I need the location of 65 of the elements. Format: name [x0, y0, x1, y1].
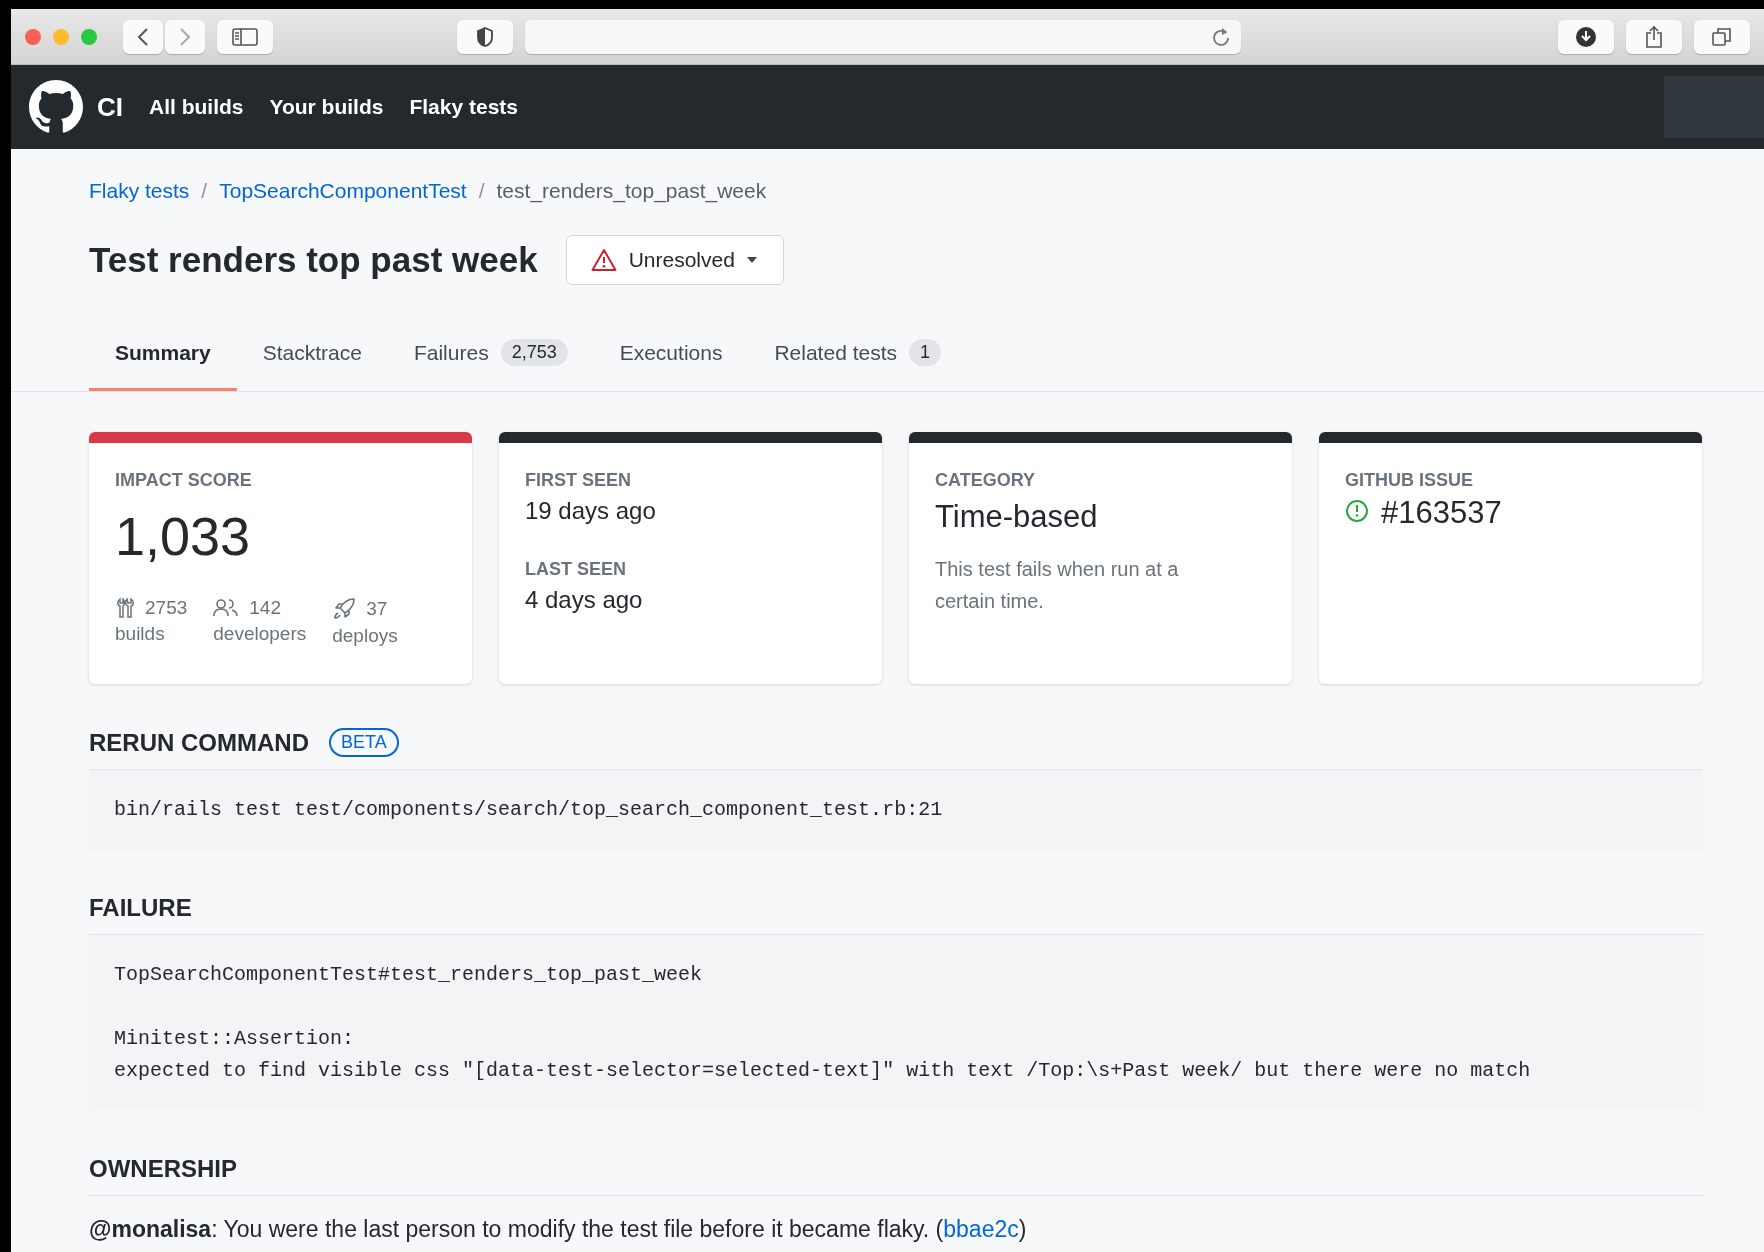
- nav-link[interactable]: Flaky tests: [409, 95, 518, 119]
- count-badge: 2,753: [500, 339, 568, 366]
- section-heading: RERUN COMMAND: [89, 728, 309, 757]
- people-icon: [213, 598, 240, 618]
- chevron-left-icon: [136, 26, 150, 47]
- open-issue-icon: [1345, 499, 1369, 523]
- reload-icon[interactable]: [1211, 25, 1231, 48]
- commit-link[interactable]: bbae2c: [943, 1216, 1019, 1242]
- caret-icon: [746, 257, 757, 263]
- card-label: CATEGORY: [935, 470, 1036, 491]
- nav-link[interactable]: All builds: [149, 95, 244, 119]
- brand-name: CI: [97, 91, 123, 123]
- stat-value: 2753: [145, 597, 188, 619]
- tab[interactable]: Executions: [593, 323, 749, 391]
- tab[interactable]: Failures 2,753: [387, 323, 594, 391]
- impact-score: 1,033: [115, 505, 252, 567]
- rerun-command: bin/rails test test/components/search/top_search_component_test.rb:21: [89, 770, 1703, 850]
- sidebar-button[interactable]: [217, 19, 273, 54]
- breadcrumb-link[interactable]: Flaky tests: [89, 179, 190, 203]
- card-value: Time-based: [935, 499, 1099, 535]
- shield-icon: [476, 26, 494, 47]
- tab[interactable]: Stacktrace: [236, 323, 388, 391]
- rocket-icon: [332, 597, 357, 621]
- tab[interactable]: Summary: [89, 323, 237, 391]
- breadcrumb-separator: /: [201, 179, 208, 203]
- octocat-logo-icon[interactable]: [29, 80, 83, 134]
- close-window-icon[interactable]: [25, 28, 41, 45]
- card-label: GITHUB ISSUE: [1345, 470, 1474, 491]
- failure-message: TopSearchComponentTest#test_renders_top_past_week Minitest::Assertion: expected to find visible css "[data-test-selector=selected-text]" with text /Top:\s+Past week/ but there were no match: [89, 935, 1703, 1111]
- share-button[interactable]: [1626, 19, 1682, 54]
- ownership-note: @monalisa: You were the last person to modify the test file before it became flaky. (bbae2c): [89, 1216, 1028, 1243]
- breadcrumb-current: test_renders_top_past_week: [496, 179, 767, 203]
- card-label: IMPACT SCORE: [115, 470, 253, 491]
- stat-value: 142: [249, 597, 281, 619]
- tabs-button[interactable]: [1694, 19, 1750, 54]
- card-value: 19 days ago: [525, 497, 657, 525]
- card-value: 4 days ago: [525, 586, 644, 614]
- download-icon: [1575, 25, 1597, 48]
- tab[interactable]: Related tests 1: [748, 323, 967, 391]
- stat-label: deploys: [332, 625, 398, 647]
- download-button[interactable]: [1558, 19, 1614, 54]
- breadcrumb-link[interactable]: TopSearchComponentTest: [219, 179, 467, 203]
- chevron-right-icon: [178, 26, 192, 47]
- section-heading: OWNERSHIP: [89, 1155, 237, 1183]
- status-dropdown[interactable]: Unresolved: [565, 235, 784, 285]
- share-icon: [1644, 24, 1664, 49]
- card-label: LAST SEEN: [525, 559, 627, 580]
- page-title: Test renders top past week: [89, 240, 538, 280]
- back-button[interactable]: [123, 19, 163, 54]
- tabs-icon: [1711, 25, 1733, 48]
- stat-label: developers: [213, 623, 307, 645]
- stat-value: 37: [366, 598, 388, 620]
- warning-icon: [590, 248, 617, 272]
- tools-icon: [115, 597, 135, 619]
- breadcrumb-separator: /: [478, 179, 485, 203]
- section-heading: FAILURE: [89, 894, 192, 922]
- sidebar-icon: [232, 26, 258, 47]
- beta-label: BETA: [329, 728, 399, 757]
- nav-link[interactable]: Your builds: [269, 95, 384, 119]
- issue-link[interactable]: #163537: [1381, 495, 1502, 531]
- category-description: This test fails when run at a certain time.: [935, 557, 1180, 614]
- card-label: FIRST SEEN: [525, 470, 632, 491]
- count-badge: 1: [909, 339, 941, 366]
- stat-label: builds: [115, 623, 166, 645]
- privacy-shield-button[interactable]: [457, 19, 513, 54]
